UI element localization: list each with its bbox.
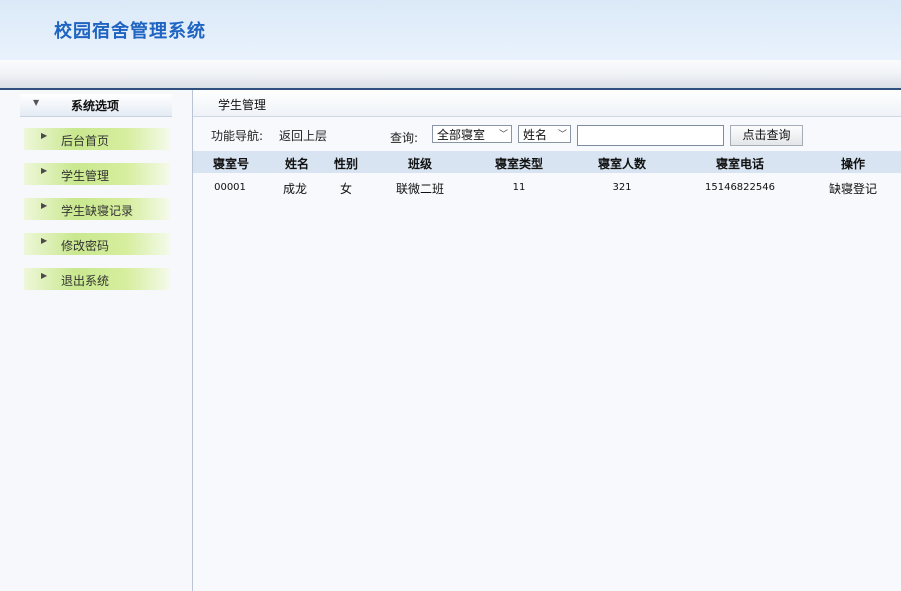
sidebar: ▼ 系统选项 ▶ 后台首页 ▶ 学生管理 ▶ 学生缺寝记录 ▶ 修改密码 ▶ 退… bbox=[0, 90, 193, 591]
cell-gender: 女 bbox=[339, 182, 353, 196]
chevron-down-icon: ﹀ bbox=[498, 130, 508, 140]
cell-room-type: 11 bbox=[512, 182, 526, 193]
sidebar-item-label: 学生缺寝记录 bbox=[61, 204, 134, 218]
header-banner: 校园宿舍管理系统 bbox=[0, 0, 901, 60]
main-header: 学生管理 bbox=[193, 90, 901, 117]
sidebar-header[interactable]: ▼ 系统选项 bbox=[20, 94, 172, 117]
app-title: 校园宿舍管理系统 bbox=[54, 21, 206, 42]
cell-room-phone: 15146822546 bbox=[705, 182, 775, 193]
sidebar-item-label: 退出系统 bbox=[61, 274, 110, 288]
column-header: 班级 bbox=[407, 157, 433, 171]
field-filter-value: 姓名 bbox=[523, 128, 548, 142]
query-label: 查询: bbox=[390, 131, 419, 145]
sidebar-item-home[interactable]: ▶ 后台首页 bbox=[24, 128, 170, 150]
sidebar-title: 系统选项 bbox=[71, 99, 120, 113]
column-header: 寝室号 bbox=[212, 157, 250, 171]
arrow-right-icon: ▶ bbox=[41, 236, 48, 245]
sidebar-item-student-management[interactable]: ▶ 学生管理 bbox=[24, 163, 170, 185]
column-header: 寝室类型 bbox=[494, 157, 544, 171]
arrow-right-icon: ▶ bbox=[41, 271, 48, 280]
room-filter-select[interactable]: 全部寝室 ﹀ bbox=[432, 125, 512, 143]
cell-room-number: 00001 bbox=[214, 182, 246, 193]
page-title: 学生管理 bbox=[218, 98, 267, 112]
header-strip bbox=[0, 60, 901, 88]
nav-label: 功能导航: bbox=[211, 129, 264, 143]
column-header: 姓名 bbox=[284, 157, 310, 171]
cell-room-occupancy: 321 bbox=[612, 182, 632, 193]
sidebar-item-label: 学生管理 bbox=[61, 169, 110, 183]
table-header: 寝室号 姓名 性别 班级 寝室类型 寝室人数 寝室电话 操作 bbox=[193, 151, 901, 173]
arrow-right-icon: ▶ bbox=[41, 166, 48, 175]
search-button[interactable]: 点击查询 bbox=[730, 125, 803, 146]
sidebar-item-label: 后台首页 bbox=[61, 134, 110, 148]
search-input[interactable] bbox=[577, 125, 724, 146]
table-row: 00001 成龙 女 联微二班 11 321 15146822546 缺寝登记 bbox=[193, 176, 901, 198]
back-link[interactable]: 返回上层 bbox=[279, 127, 327, 144]
cell-class: 联微二班 bbox=[395, 182, 445, 196]
collapse-arrow-icon[interactable]: ▼ bbox=[33, 98, 39, 107]
main-panel: 学生管理 功能导航: 返回上层 查询: 全部寝室 ﹀ 姓名 ﹀ 点击查询 寝室号… bbox=[193, 90, 901, 591]
chevron-down-icon: ﹀ bbox=[557, 130, 567, 140]
sidebar-item-logout[interactable]: ▶ 退出系统 bbox=[24, 268, 170, 290]
column-header: 寝室电话 bbox=[715, 157, 765, 171]
arrow-right-icon: ▶ bbox=[41, 201, 48, 210]
column-header: 性别 bbox=[333, 157, 359, 171]
absence-register-link[interactable]: 缺寝登记 bbox=[829, 180, 877, 197]
room-filter-value: 全部寝室 bbox=[437, 128, 486, 142]
arrow-right-icon: ▶ bbox=[41, 131, 48, 140]
sidebar-item-label: 修改密码 bbox=[61, 239, 110, 253]
column-header: 操作 bbox=[840, 157, 866, 171]
sidebar-item-change-password[interactable]: ▶ 修改密码 bbox=[24, 233, 170, 255]
cell-name: 成龙 bbox=[282, 182, 308, 196]
field-filter-select[interactable]: 姓名 ﹀ bbox=[518, 125, 571, 143]
sidebar-item-absence-records[interactable]: ▶ 学生缺寝记录 bbox=[24, 198, 170, 220]
column-header: 寝室人数 bbox=[597, 157, 647, 171]
